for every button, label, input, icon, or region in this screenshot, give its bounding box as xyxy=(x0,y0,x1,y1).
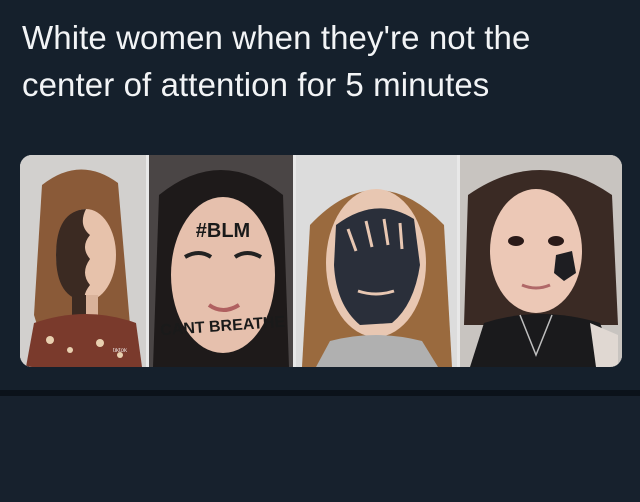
tiktok-watermark: tiktok xyxy=(113,348,128,354)
photo-collage: tiktok #BLM CANT BREATHE xyxy=(20,155,622,367)
meme-post: White women when they're not the center … xyxy=(0,0,640,390)
caption-line-2: center of attention for 5 minutes xyxy=(22,66,490,103)
empty-feed-area xyxy=(0,396,640,502)
caption-line-1: White women when they're not the xyxy=(22,19,531,56)
photo-1-half-painted-face: tiktok xyxy=(20,155,146,367)
caption: White women when they're not the center … xyxy=(22,14,622,108)
photo-3-fist-face-paint xyxy=(296,155,457,367)
photo-4-cheek-fist-paint xyxy=(460,155,622,367)
photo-2-blm-face-text: #BLM CANT BREATHE xyxy=(149,155,293,367)
blm-forehead-text: #BLM xyxy=(196,220,250,242)
